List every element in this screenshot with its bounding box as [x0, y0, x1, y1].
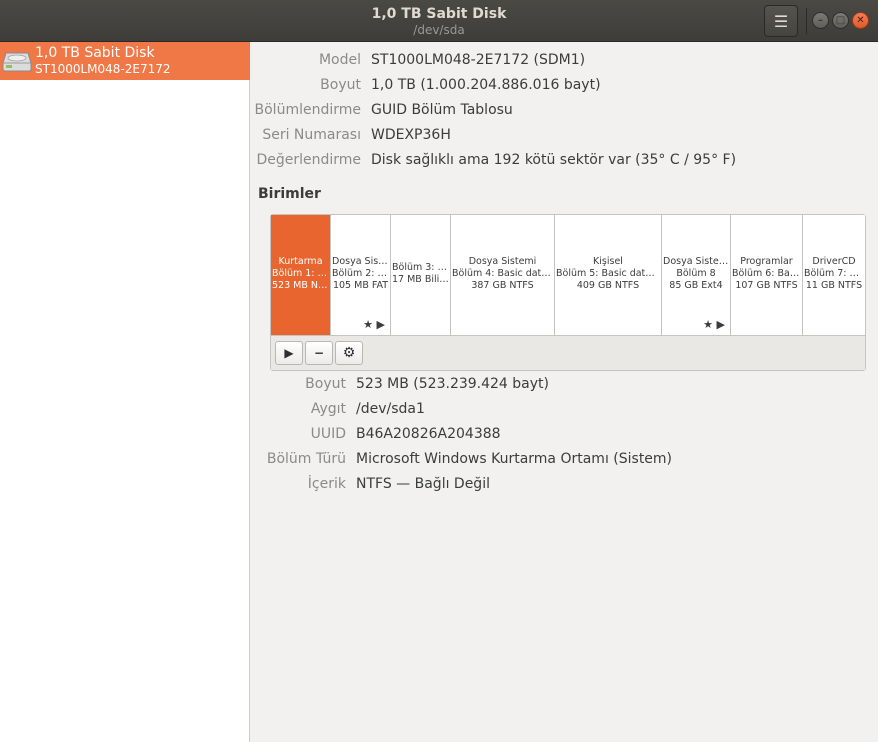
partition-2-flags-icon: ★ ▶ [363, 318, 385, 331]
disk-partitioning-value: GUID Bölüm Tablosu [371, 102, 513, 118]
partition-4-line3: 387 GB NTFS [471, 280, 534, 291]
partition-7-line3: 107 GB NTFS [735, 280, 798, 291]
partition-3-line2: 17 MB Bilinmiyor [392, 274, 450, 285]
partition-1-line1: Kurtarma [278, 256, 323, 267]
close-icon: ✕ [856, 14, 865, 26]
partition-2-line1: Dosya Sistemi [332, 256, 390, 267]
volume-uuid-value: B46A20826A204388 [356, 426, 501, 442]
hamburger-menu-icon: ☰ [773, 11, 789, 31]
disk-model-label: Model [318, 52, 361, 68]
partition-5-line2: Bölüm 5: Basic data partition [556, 268, 661, 279]
volume-device-label: Aygıt [310, 401, 346, 417]
partition-8-line2: Bölüm 7: Basic data partition [804, 268, 865, 279]
partition-8-line1: DriverCD [812, 256, 856, 267]
partition-5-line1: Kişisel [593, 256, 623, 267]
partition-6-line1: Dosya Sistemi [663, 256, 730, 267]
window-titles: 1,0 TB Sabit Disk /dev/sda [0, 6, 878, 37]
partition-8[interactable]: DriverCD Bölüm 7: Basic data partition 1… [803, 215, 865, 335]
delete-partition-button[interactable]: − [305, 341, 333, 365]
volume-size-value: 523 MB (523.239.424 bayt) [356, 376, 549, 392]
partition-5-line3: 409 GB NTFS [576, 280, 640, 291]
partition-1-line2: Bölüm 1: Basic data partition [272, 268, 330, 279]
minimize-icon: – [818, 14, 823, 26]
volume-uuid-label: UUID [310, 426, 346, 442]
disk-serial-label: Seri Numarası [262, 127, 361, 143]
partition-6-flags-icon: ★ ▶ [703, 318, 725, 331]
menu-button[interactable]: ☰ [764, 5, 798, 37]
partition-bar: Kurtarma Bölüm 1: Basic data partition 5… [271, 215, 865, 335]
partition-6-line2: Bölüm 8 [676, 268, 716, 279]
disk-model-value: ST1000LM048-2E7172 (SDM1) [371, 52, 586, 68]
partition-3-line1: Bölüm 3: Microsoft Reserved [392, 262, 450, 273]
close-button[interactable]: ✕ [852, 12, 869, 29]
volume-toolbar: ▶ − ⚙ [271, 335, 865, 370]
disk-assessment-value: Disk sağlıklı ama 192 kötü sektör var (3… [371, 152, 737, 168]
partition-1[interactable]: Kurtarma Bölüm 1: Basic data partition 5… [271, 215, 331, 335]
disk-partitioning-label: Bölümlendirme [254, 102, 361, 118]
hard-disk-icon [2, 52, 32, 72]
partition-7-line2: Bölüm 6: Basic data partition [732, 268, 802, 279]
partition-4-line1: Dosya Sistemi [468, 256, 537, 267]
disk-assessment-label: Değerlendirme [256, 152, 361, 168]
partition-5[interactable]: Kişisel Bölüm 5: Basic data partition 40… [555, 215, 662, 335]
partition-4-line2: Bölüm 4: Basic data partition [452, 268, 554, 279]
partition-1-line3: 523 MB NTFS [272, 280, 330, 291]
volume-contents-value: NTFS — Bağlı Değil [356, 476, 490, 492]
disk-size-value: 1,0 TB (1.000.204.886.016 bayt) [371, 77, 601, 93]
partition-3[interactable]: Bölüm 3: Microsoft Reserved 17 MB Bilinm… [391, 215, 451, 335]
mount-button[interactable]: ▶ [275, 341, 303, 365]
volume-device-value: /dev/sda1 [356, 401, 425, 417]
minimize-button[interactable]: – [812, 12, 829, 29]
gears-icon: ⚙ [342, 345, 356, 361]
partition-6[interactable]: Dosya Sistemi Bölüm 8 85 GB Ext4 ★ ▶ [662, 215, 731, 335]
volumes-title: Birimler [258, 186, 321, 202]
partition-7-line1: Programlar [740, 256, 793, 267]
partition-4[interactable]: Dosya Sistemi Bölüm 4: Basic data partit… [451, 215, 555, 335]
maximize-icon: □ [835, 14, 846, 26]
disk-serial-value: WDEXP36H [371, 127, 451, 143]
sidebar: 1,0 TB Sabit Disk ST1000LM048-2E7172 [0, 42, 250, 742]
partition-2-line2: Bölüm 2: EFI System [332, 268, 390, 279]
header-bar: 1,0 TB Sabit Disk /dev/sda ☰ – □ ✕ [0, 0, 878, 42]
partition-8-line3: 11 GB NTFS [805, 280, 863, 291]
sidebar-item-disk-name: 1,0 TB Sabit Disk [35, 45, 155, 61]
partition-settings-button[interactable]: ⚙ [335, 341, 363, 365]
minus-icon: − [313, 346, 325, 360]
partition-6-line3: 85 GB Ext4 [669, 280, 723, 291]
maximize-button[interactable]: □ [832, 12, 849, 29]
header-separator [806, 8, 807, 34]
partition-2-line3: 105 MB FAT [332, 280, 389, 291]
sidebar-item-disk-model: ST1000LM048-2E7172 [35, 62, 171, 76]
window-title: 1,0 TB Sabit Disk [371, 6, 507, 22]
play-icon: ▶ [284, 346, 294, 360]
volume-type-value: Microsoft Windows Kurtarma Ortamı (Siste… [356, 451, 673, 467]
volume-type-label: Bölüm Türü [266, 451, 346, 467]
window-subtitle: /dev/sda [413, 23, 465, 37]
volume-map: Kurtarma Bölüm 1: Basic data partition 5… [270, 214, 866, 371]
sidebar-item-disk[interactable]: 1,0 TB Sabit Disk ST1000LM048-2E7172 [0, 42, 250, 80]
volume-size-label: Boyut [305, 376, 346, 392]
disk-size-label: Boyut [320, 77, 361, 93]
partition-7[interactable]: Programlar Bölüm 6: Basic data partition… [731, 215, 803, 335]
partition-2[interactable]: Dosya Sistemi Bölüm 2: EFI System 105 MB… [331, 215, 391, 335]
main-panel: Model ST1000LM048-2E7172 (SDM1) Boyut 1,… [251, 42, 878, 742]
volume-contents-label: İçerik [307, 476, 346, 492]
